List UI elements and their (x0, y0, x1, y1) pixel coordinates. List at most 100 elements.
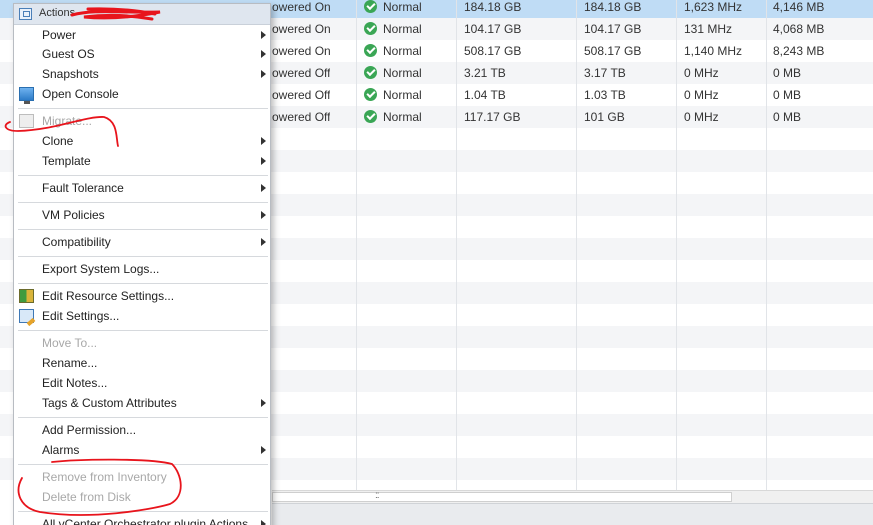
menu-item-delete-from-disk: Delete from Disk (14, 487, 270, 507)
menu-item-vm-policies[interactable]: VM Policies (14, 205, 270, 225)
menu-item-label: Alarms (42, 443, 80, 457)
column-divider (356, 0, 357, 490)
table-cell-provisioned: 184.18 GB (464, 0, 521, 18)
table-cell-text: 184.18 GB (584, 0, 642, 14)
menu-item-clone[interactable]: Clone (14, 131, 270, 151)
table-cell-cpu: 131 MHz (684, 18, 732, 40)
table-cell-text: 1.04 TB (464, 88, 506, 102)
menu-item-edit-settings[interactable]: Edit Settings... (14, 306, 270, 326)
table-cell-text: owered On (272, 22, 331, 36)
table-cell-text: 3.17 TB (584, 66, 626, 80)
menu-item-template[interactable]: Template (14, 151, 270, 171)
menu-item-label: Tags & Custom Attributes (42, 396, 177, 410)
menu-separator (18, 229, 268, 230)
table-cell-used: 104.17 GB (584, 18, 641, 40)
submenu-arrow-icon (261, 137, 266, 145)
table-cell-state: owered On (272, 18, 331, 40)
menu-item-edit-notes[interactable]: Edit Notes... (14, 373, 270, 393)
menu-item-label: Compatibility (42, 235, 111, 249)
menu-item-move-to: Move To... (14, 333, 270, 353)
submenu-arrow-icon (261, 399, 266, 407)
table-cell-state: owered Off (272, 106, 330, 128)
horizontal-scrollbar[interactable]: :: (272, 490, 873, 503)
table-cell-memory: 4,068 MB (773, 18, 824, 40)
menu-separator (18, 464, 268, 465)
menu-item-power[interactable]: Power (14, 25, 270, 45)
table-cell-cpu: 1,623 MHz (684, 0, 742, 18)
table-cell-status: Normal (364, 40, 422, 62)
submenu-arrow-icon (261, 157, 266, 165)
table-cell-cpu: 1,140 MHz (684, 40, 742, 62)
vm-icon (19, 8, 32, 20)
menu-item-label: Snapshots (42, 67, 99, 81)
menu-item-edit-resource-settings[interactable]: Edit Resource Settings... (14, 286, 270, 306)
menu-item-open-console[interactable]: Open Console (14, 84, 270, 104)
column-divider (676, 0, 677, 490)
table-cell-provisioned: 1.04 TB (464, 84, 506, 106)
table-cell-status: Normal (364, 18, 422, 40)
menu-item-label: Fault Tolerance (42, 181, 124, 195)
table-cell-status: Normal (364, 62, 422, 84)
table-cell-text: Normal (383, 66, 422, 80)
menu-separator (18, 175, 268, 176)
table-cell-memory: 0 MB (773, 106, 801, 128)
menu-item-label: Move To... (42, 336, 98, 350)
submenu-arrow-icon (261, 446, 266, 454)
table-cell-used: 184.18 GB (584, 0, 641, 18)
table-cell-state: owered Off (272, 62, 330, 84)
menu-item-label: Export System Logs... (42, 262, 160, 276)
menu-item-label: Edit Resource Settings... (42, 289, 175, 303)
menu-item-snapshots[interactable]: Snapshots (14, 64, 270, 84)
column-divider (576, 0, 577, 490)
menu-item-label: Edit Notes... (42, 376, 108, 390)
table-cell-text: 508.17 GB (584, 44, 642, 58)
menu-item-alarms[interactable]: Alarms (14, 440, 270, 460)
table-cell-text: owered On (272, 0, 331, 14)
table-cell-text: 0 MB (773, 110, 802, 124)
table-cell-text: Normal (383, 0, 422, 14)
menu-item-compatibility[interactable]: Compatibility (14, 232, 270, 252)
menu-separator (18, 202, 268, 203)
console-monitor-icon (19, 87, 34, 104)
table-cell-state: owered On (272, 40, 331, 62)
table-cell-status: Normal (364, 84, 422, 106)
table-cell-text: 0 MB (773, 88, 802, 102)
table-cell-text: Normal (383, 44, 422, 58)
menu-item-label: Open Console (42, 87, 119, 101)
vm-actions-context-menu: Actions - Power Guest OS Snapshots Open … (13, 3, 271, 525)
table-cell-text: Normal (383, 88, 422, 102)
menu-item-label: Delete from Disk (42, 490, 131, 504)
table-cell-text: 104.17 GB (464, 22, 522, 36)
table-cell-memory: 0 MB (773, 84, 801, 106)
submenu-arrow-icon (261, 238, 266, 246)
table-cell-provisioned: 508.17 GB (464, 40, 521, 62)
table-cell-provisioned: 117.17 GB (464, 106, 520, 128)
menu-item-remove-from-inventory: Remove from Inventory (14, 467, 270, 487)
table-cell-used: 508.17 GB (584, 40, 641, 62)
table-cell-text: owered Off (272, 88, 331, 102)
menu-item-export-system-logs[interactable]: Export System Logs... (14, 259, 270, 279)
table-cell-state: owered Off (272, 84, 330, 106)
table-cell-text: 0 MHz (684, 66, 719, 80)
table-cell-state: owered On (272, 0, 331, 18)
table-cell-text: 4,068 MB (773, 22, 825, 36)
menu-separator (18, 108, 268, 109)
table-cell-text: owered Off (272, 110, 331, 124)
menu-item-label: All vCenter Orchestrator plugin Actions (42, 517, 249, 525)
menu-item-guest-os[interactable]: Guest OS (14, 44, 270, 64)
menu-item-fault-tolerance[interactable]: Fault Tolerance (14, 178, 270, 198)
table-cell-text: Normal (383, 22, 422, 36)
table-cell-cpu: 0 MHz (684, 84, 719, 106)
table-cell-text: 0 MHz (684, 88, 719, 102)
grid-footer (272, 503, 873, 525)
status-ok-icon (364, 88, 377, 102)
table-cell-text: 0 MB (773, 66, 802, 80)
menu-item-rename[interactable]: Rename... (14, 353, 270, 373)
submenu-arrow-icon (261, 31, 266, 39)
menu-item-orchestrator-actions[interactable]: All vCenter Orchestrator plugin Actions (14, 514, 270, 525)
scrollbar-thumb[interactable]: :: (272, 490, 732, 502)
menu-item-add-permission[interactable]: Add Permission... (14, 420, 270, 440)
status-ok-icon (364, 110, 377, 124)
table-cell-cpu: 0 MHz (684, 62, 719, 84)
menu-item-tags-custom-attributes[interactable]: Tags & Custom Attributes (14, 393, 270, 413)
